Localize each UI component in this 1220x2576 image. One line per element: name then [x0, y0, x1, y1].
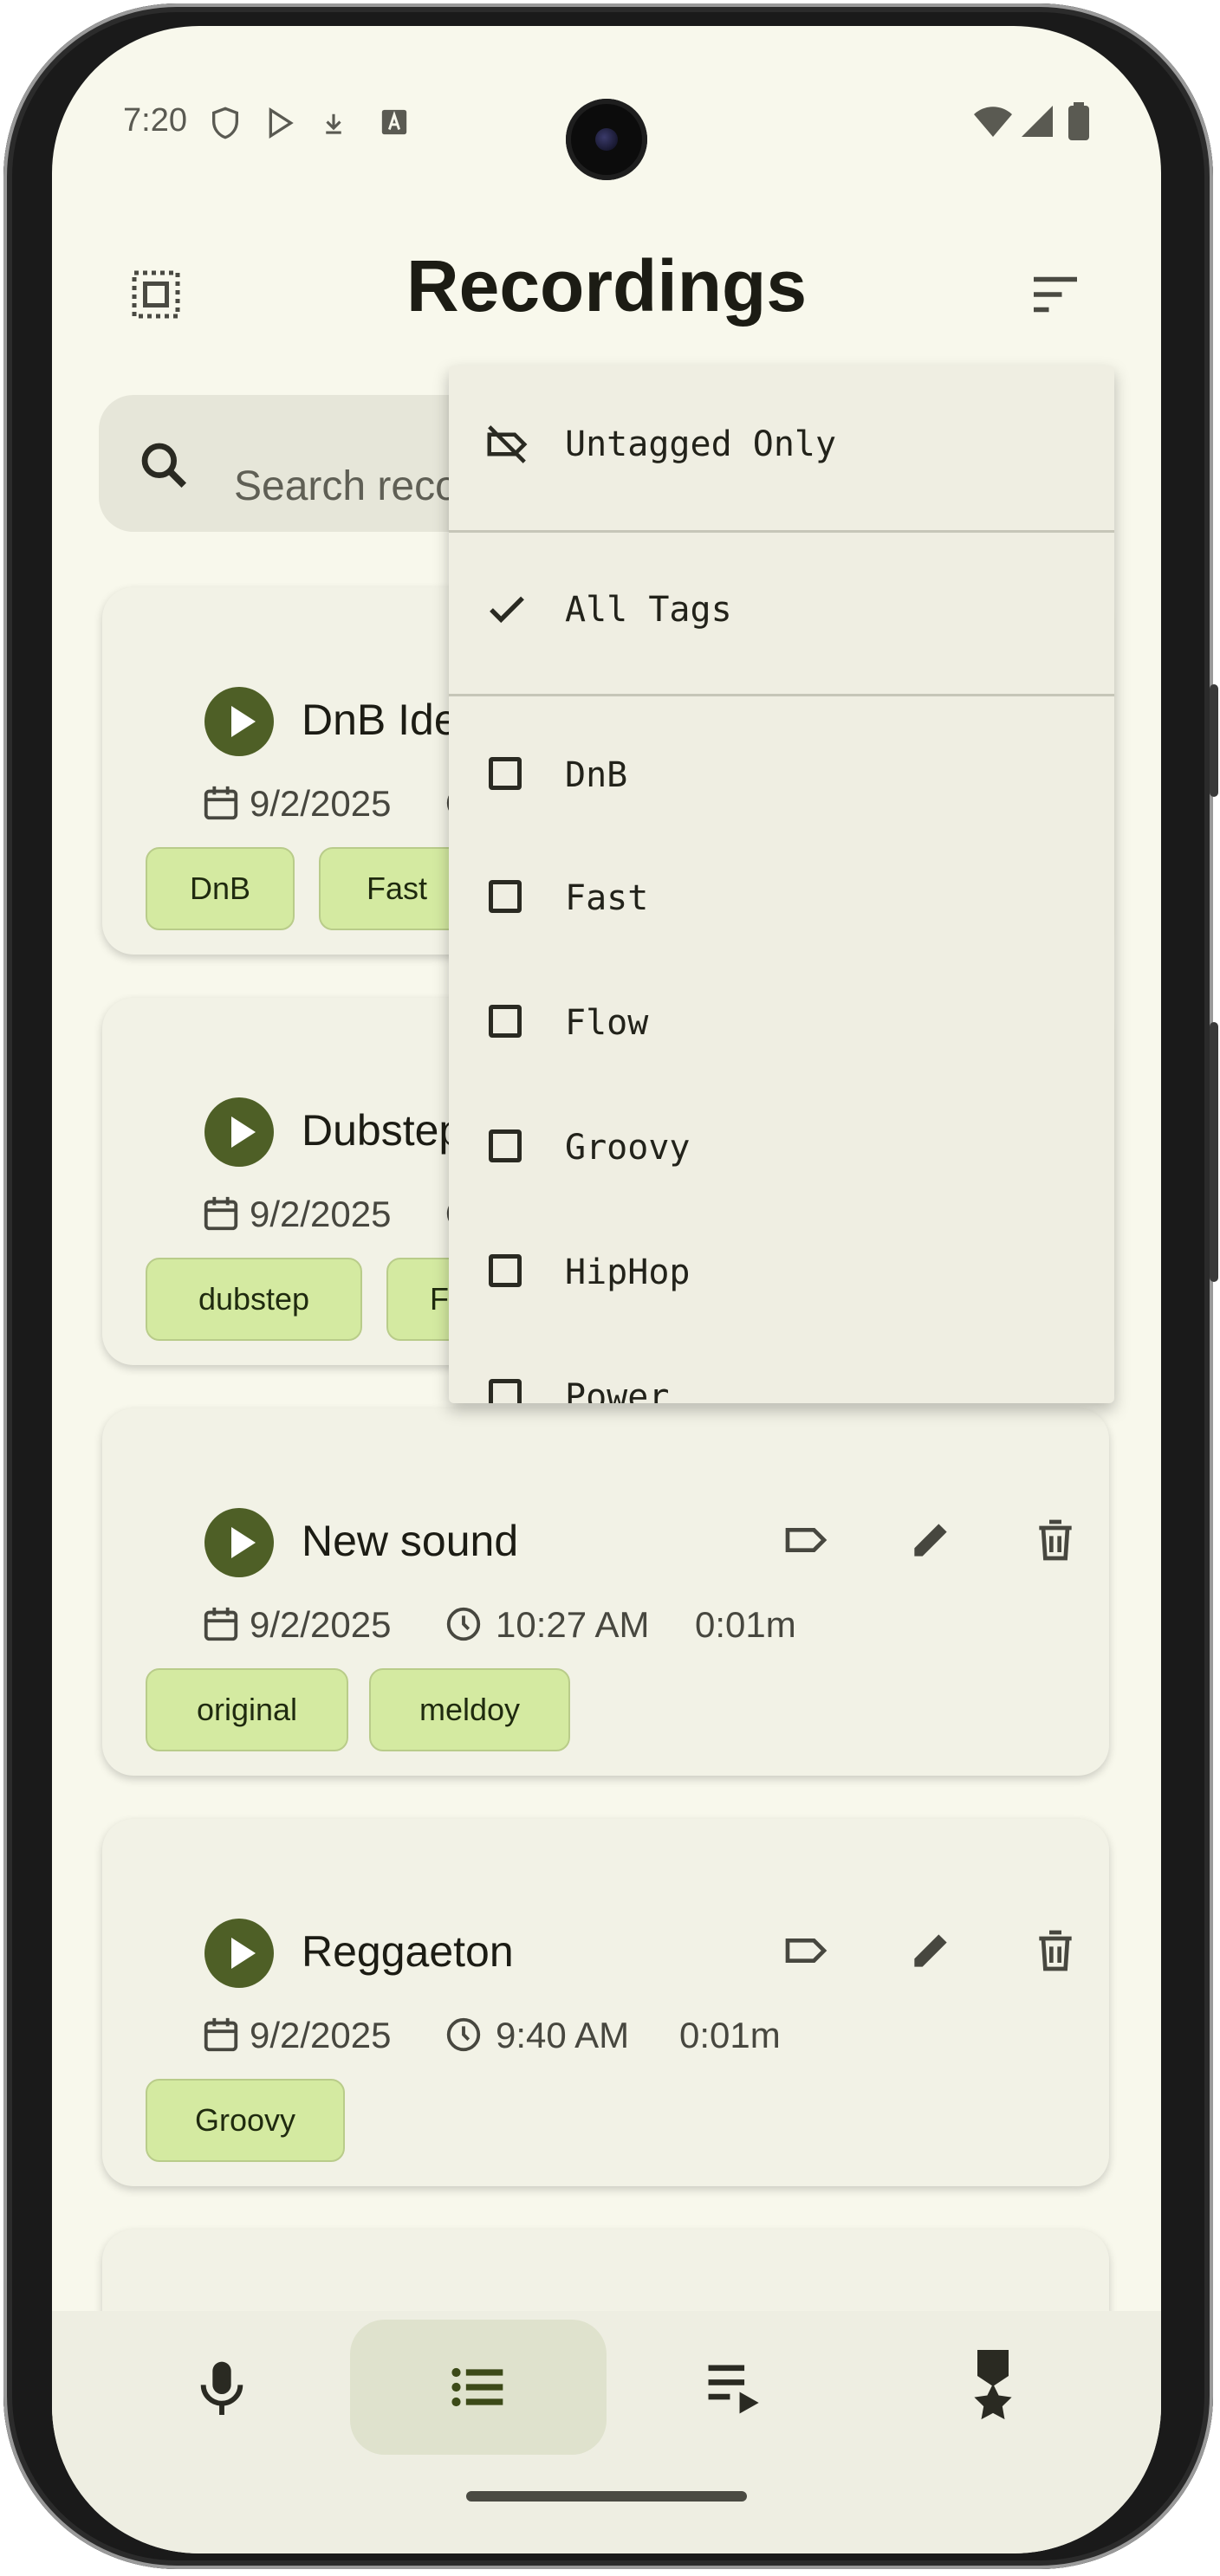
menu-item-untagged-only[interactable]: Untagged Only: [449, 366, 1114, 530]
delete-trash-icon[interactable]: [1031, 1926, 1080, 1979]
calendar-icon: [201, 1194, 241, 1238]
menu-item-label: Flow: [565, 1003, 649, 1043]
tag-chip: dubstep: [146, 1258, 362, 1341]
mic-icon[interactable]: [194, 2356, 250, 2423]
play-button[interactable]: [204, 1097, 274, 1167]
checkbox[interactable]: [489, 1254, 522, 1287]
status-time: 7:20: [123, 102, 187, 139]
list-icon[interactable]: [449, 2361, 508, 2417]
clock-icon: [444, 1604, 483, 1648]
calendar-icon: [201, 1604, 241, 1648]
checkbox[interactable]: [489, 757, 522, 790]
recording-title: Reggaeton: [302, 1927, 514, 1976]
menu-item-label: All Tags: [565, 590, 732, 630]
recording-title: New sound: [302, 1517, 519, 1565]
calendar-icon: [201, 783, 241, 827]
checkbox[interactable]: [489, 880, 522, 913]
shield-icon: [208, 104, 243, 142]
recording-date: 9/2/2025: [250, 1194, 392, 1234]
menu-item-label: Power: [565, 1377, 670, 1403]
menu-item-label: DnB: [565, 755, 628, 795]
download-icon: [321, 107, 347, 140]
menu-item-label: Groovy: [565, 1128, 691, 1168]
page-title: Recordings: [406, 245, 808, 327]
military-medal-icon[interactable]: [967, 2347, 1019, 2424]
play-button[interactable]: [204, 1919, 274, 1988]
menu-item-tag[interactable]: Groovy: [449, 1071, 1114, 1195]
recording-duration: 0:01m: [695, 1604, 796, 1645]
recording-card[interactable]: New sound 9/2/2025 10:27 AM 0:01m origin…: [102, 1408, 1109, 1776]
battery-icon: [1068, 102, 1090, 140]
label-off-icon: [483, 421, 530, 472]
front-camera: [566, 99, 647, 180]
tag-label-icon[interactable]: [782, 1926, 830, 1979]
font-icon: [380, 107, 409, 137]
wifi-icon: [972, 104, 1014, 139]
checkbox[interactable]: [489, 1379, 522, 1403]
phone-frame: 7:20 Recordings Search recordings DnB Id…: [0, 0, 1220, 2576]
menu-item-label: HipHop: [565, 1252, 691, 1292]
menu-item-tag[interactable]: Flow: [449, 946, 1114, 1071]
recording-time: 10:27 AM: [496, 1604, 650, 1645]
menu-item-tag[interactable]: Fast: [449, 821, 1114, 946]
menu-item-label: Fast: [565, 878, 649, 918]
home-indicator[interactable]: [466, 2491, 747, 2502]
volume-button: [1210, 1022, 1218, 1282]
tag-filter-menu: Untagged Only All Tags DnB Fast Flow Gro…: [449, 366, 1114, 1403]
menu-item-tag[interactable]: HipHop: [449, 1195, 1114, 1320]
recording-duration: 0:01m: [679, 2015, 781, 2055]
check-icon: [483, 586, 530, 638]
play-button[interactable]: [204, 1508, 274, 1577]
playlist-play-icon[interactable]: [704, 2359, 766, 2419]
menu-item-tag[interactable]: Power: [449, 1320, 1114, 1403]
tag-label-icon[interactable]: [782, 1516, 830, 1569]
tag-chip: DnB: [146, 847, 295, 930]
recording-time: 9:40 AM: [496, 2015, 630, 2055]
checkbox[interactable]: [489, 1129, 522, 1162]
recording-date: 9/2/2025: [250, 783, 392, 824]
power-button: [1210, 684, 1218, 797]
menu-item-all-tags[interactable]: All Tags: [449, 533, 1114, 694]
screen: 7:20 Recordings Search recordings DnB Id…: [52, 26, 1161, 2553]
recording-date: 9/2/2025: [250, 2015, 392, 2055]
play-store-icon: [263, 104, 298, 142]
play-button[interactable]: [204, 687, 274, 756]
recording-date: 9/2/2025: [250, 1604, 392, 1645]
cell-signal-icon: [1019, 104, 1055, 139]
edit-pencil-icon[interactable]: [906, 1516, 955, 1569]
menu-item-tag[interactable]: DnB: [449, 696, 1114, 821]
tag-chip: meldoy: [369, 1668, 570, 1751]
edit-pencil-icon[interactable]: [906, 1926, 955, 1979]
clock-icon: [444, 2015, 483, 2059]
checkbox[interactable]: [489, 1005, 522, 1038]
recording-card[interactable]: Reggaeton 9/2/2025 9:40 AM 0:01m Groovy: [102, 1819, 1109, 2186]
sort-filter-icon[interactable]: [1029, 272, 1081, 321]
tag-chip: Groovy: [146, 2079, 345, 2162]
calendar-icon: [201, 2015, 241, 2059]
tag-chip: original: [146, 1668, 348, 1751]
menu-item-label: Untagged Only: [565, 424, 837, 464]
delete-trash-icon[interactable]: [1031, 1516, 1080, 1569]
search-icon: [137, 438, 191, 496]
